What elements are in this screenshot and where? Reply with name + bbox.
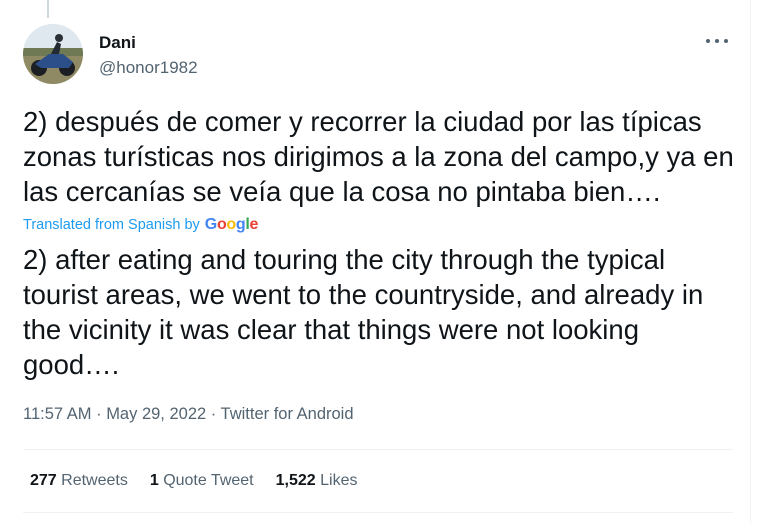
quote-tweets-stat[interactable]: 1 Quote Tweet	[150, 472, 254, 490]
likes-count: 1,522	[275, 472, 321, 489]
meta-separator: ·	[210, 405, 221, 423]
more-dot	[706, 39, 710, 43]
tweet-meta: 11:57 AM · May 29, 2022 · Twitter for An…	[23, 405, 354, 424]
tweet-card: Dani @honor1982 2) después de comer y re…	[0, 0, 751, 523]
tweet-time[interactable]: 11:57 AM	[23, 405, 92, 423]
retweets-label: Retweets	[61, 472, 128, 489]
meta-separator: ·	[96, 405, 107, 423]
quotes-label: Quote Tweet	[163, 472, 254, 489]
author-name[interactable]: Dani	[99, 33, 136, 53]
tweet-original-text: 2) después de comer y recorrer la ciudad…	[23, 106, 734, 207]
likes-stat[interactable]: 1,522 Likes	[276, 472, 358, 490]
divider	[23, 512, 733, 513]
more-dot	[715, 39, 719, 43]
tweet-translated-text: 2) after eating and touring the city thr…	[23, 244, 704, 380]
author-handle[interactable]: @honor1982	[99, 58, 198, 78]
tweet-source[interactable]: Twitter for Android	[221, 405, 354, 423]
divider	[23, 449, 733, 450]
retweets-stat[interactable]: 277 Retweets	[30, 472, 128, 490]
engagement-stats: 277 Retweets 1 Quote Tweet 1,522 Likes	[30, 472, 379, 490]
likes-label: Likes	[320, 472, 358, 489]
thread-line	[47, 0, 49, 18]
translation-note[interactable]: Translated from Spanish by	[23, 217, 200, 233]
retweets-count: 277	[30, 472, 62, 489]
google-logo: Google	[204, 216, 259, 233]
more-options-icon[interactable]	[706, 32, 728, 50]
avatar-motorcycle-image	[23, 24, 83, 84]
quotes-count: 1	[149, 472, 164, 489]
more-dot	[724, 39, 728, 43]
avatar[interactable]	[23, 24, 83, 84]
tweet-date[interactable]: May 29, 2022	[106, 405, 206, 423]
translation-attribution[interactable]: Translated from Spanish by Google	[23, 216, 258, 234]
